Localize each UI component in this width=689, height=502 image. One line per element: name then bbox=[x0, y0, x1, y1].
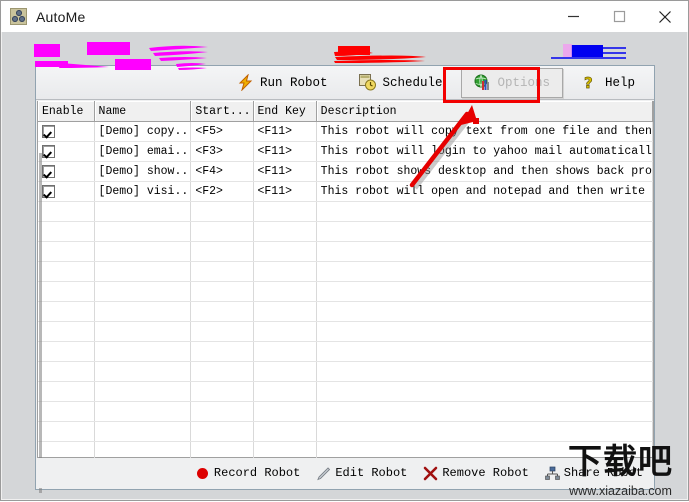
minimize-icon[interactable] bbox=[550, 1, 596, 32]
red-circle-record-icon bbox=[195, 466, 210, 481]
row-name-cell: [Demo] emai... bbox=[94, 141, 192, 162]
row-description-cell: This robot shows desktop and then shows … bbox=[316, 161, 654, 182]
row-end-key-cell: <F11> bbox=[253, 141, 317, 162]
row-enable-cell[interactable] bbox=[38, 121, 95, 142]
question-mark-icon: ? bbox=[582, 74, 599, 93]
table-row-empty[interactable] bbox=[38, 301, 654, 322]
schedule-button[interactable]: Schedule bbox=[346, 68, 455, 98]
table-row-empty[interactable] bbox=[38, 201, 654, 222]
table-row-empty[interactable] bbox=[38, 261, 654, 282]
table-row-empty[interactable] bbox=[38, 221, 654, 242]
table-body: [Demo] copy... <F5> <F11> This robot wil… bbox=[38, 121, 654, 482]
column-header-enable[interactable]: Enable bbox=[38, 101, 95, 122]
robot-list[interactable]: Enable Name Start... End Key Description… bbox=[37, 101, 654, 493]
column-header-start-key[interactable]: Start... bbox=[190, 101, 254, 122]
enable-checkbox[interactable] bbox=[42, 164, 55, 178]
record-robot-label: Record Robot bbox=[213, 466, 301, 480]
table-row-empty[interactable] bbox=[38, 421, 654, 442]
watermark-url: www.xiazaiba.com bbox=[569, 484, 672, 498]
row-name-cell: [Demo] visi... bbox=[94, 181, 192, 202]
table-row-empty[interactable] bbox=[38, 381, 654, 402]
row-enable-cell[interactable] bbox=[38, 161, 95, 182]
help-button[interactable]: ? Help bbox=[569, 68, 648, 98]
top-toolbar: Run Robot Schedule Options ? Help bbox=[36, 66, 654, 100]
row-end-key-cell: <F11> bbox=[253, 161, 317, 182]
close-icon[interactable] bbox=[642, 1, 688, 32]
table-row-empty[interactable] bbox=[38, 361, 654, 382]
remove-robot-button[interactable]: Remove Robot bbox=[417, 462, 538, 484]
table-row-empty[interactable] bbox=[38, 241, 654, 262]
table-row[interactable]: [Demo] emai... <F3> <F11> This robot wil… bbox=[38, 141, 654, 162]
column-header-name[interactable]: Name bbox=[94, 101, 192, 122]
table-row-empty[interactable] bbox=[38, 281, 654, 302]
autome-app-icon bbox=[10, 8, 27, 25]
clock-calendar-icon bbox=[359, 74, 377, 91]
row-name-cell: [Demo] show... bbox=[94, 161, 192, 182]
row-start-key-cell: <F4> bbox=[190, 161, 254, 182]
row-description-cell: This robot will open and notepad and the… bbox=[316, 181, 654, 202]
record-robot-button[interactable]: Record Robot bbox=[189, 462, 310, 484]
options-label: Options bbox=[497, 75, 550, 90]
row-name-cell: [Demo] copy... bbox=[94, 121, 192, 142]
table-row[interactable]: [Demo] copy... <F5> <F11> This robot wil… bbox=[38, 121, 654, 142]
list-left-gutter bbox=[39, 153, 42, 493]
table-row[interactable]: [Demo] visi... <F2> <F11> This robot wil… bbox=[38, 181, 654, 202]
edit-robot-button[interactable]: Edit Robot bbox=[310, 462, 417, 484]
maximize-icon[interactable] bbox=[596, 1, 642, 32]
schedule-label: Schedule bbox=[382, 75, 443, 90]
globe-tools-icon bbox=[474, 74, 491, 91]
table-header-row: Enable Name Start... End Key Description bbox=[38, 101, 654, 122]
column-header-description[interactable]: Description bbox=[316, 101, 654, 122]
enable-checkbox[interactable] bbox=[42, 184, 55, 198]
row-end-key-cell: <F11> bbox=[253, 121, 317, 142]
row-description-cell: This robot will copy text from one file … bbox=[316, 121, 654, 142]
x-cross-icon bbox=[423, 466, 438, 481]
main-panel: Run Robot Schedule Options ? Help Enable… bbox=[35, 65, 655, 493]
watermark-text: 下载吧 bbox=[568, 442, 673, 482]
remove-robot-label: Remove Robot bbox=[442, 466, 529, 480]
options-button[interactable]: Options bbox=[461, 67, 563, 98]
table-row-empty[interactable] bbox=[38, 341, 654, 362]
run-robot-button[interactable]: Run Robot bbox=[224, 68, 341, 98]
table-row[interactable]: [Demo] show... <F4> <F11> This robot sho… bbox=[38, 161, 654, 182]
row-start-key-cell: <F2> bbox=[190, 181, 254, 202]
row-start-key-cell: <F5> bbox=[190, 121, 254, 142]
window-controls bbox=[550, 1, 688, 32]
help-label: Help bbox=[604, 75, 635, 90]
svg-text:?: ? bbox=[584, 74, 593, 91]
enable-checkbox[interactable] bbox=[42, 144, 55, 158]
row-enable-cell[interactable] bbox=[38, 141, 95, 162]
row-enable-cell[interactable] bbox=[38, 181, 95, 202]
table-row-empty[interactable] bbox=[38, 401, 654, 422]
client-area: Run Robot Schedule Options ? Help Enable… bbox=[2, 32, 687, 499]
column-header-end-key[interactable]: End Key bbox=[253, 101, 317, 122]
row-description-cell: This robot will login to yahoo mail auto… bbox=[316, 141, 654, 162]
title-bar: AutoMe bbox=[1, 1, 688, 32]
edit-robot-label: Edit Robot bbox=[335, 466, 408, 480]
table-row-empty[interactable] bbox=[38, 321, 654, 342]
enable-checkbox[interactable] bbox=[42, 124, 55, 138]
pencil-icon bbox=[316, 466, 331, 481]
app-window: AutoMe Run Robot Schedule Options ? Help… bbox=[0, 0, 689, 501]
row-end-key-cell: <F11> bbox=[253, 181, 317, 202]
row-start-key-cell: <F3> bbox=[190, 141, 254, 162]
run-robot-label: Run Robot bbox=[259, 75, 328, 90]
window-title: AutoMe bbox=[36, 8, 86, 25]
lightning-bolt-icon bbox=[237, 73, 254, 92]
robot-table: Enable Name Start... End Key Description… bbox=[38, 101, 654, 482]
site-watermark: 下载吧 www.xiazaiba.com bbox=[555, 441, 686, 498]
